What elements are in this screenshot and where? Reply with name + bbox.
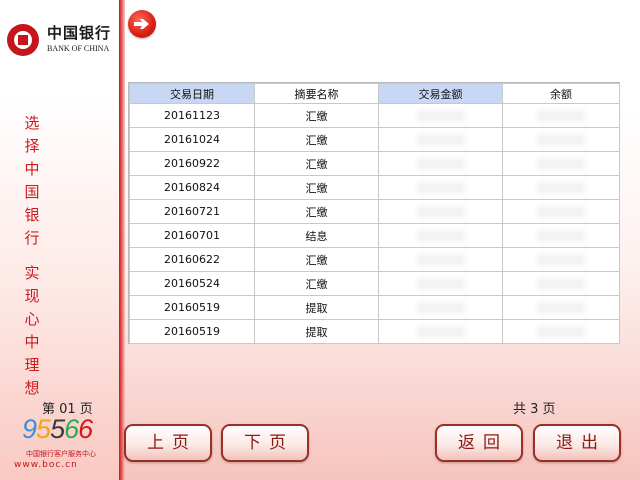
cell-date: 20161024: [129, 127, 255, 152]
cell-balance-masked: [502, 319, 620, 344]
cell-amount-masked: [378, 127, 503, 152]
cell-amount-masked: [378, 319, 503, 344]
cell-summary: 汇缴: [254, 151, 379, 176]
cell-amount-masked: [378, 223, 503, 248]
table-row: 20160519 提取: [129, 319, 620, 344]
cell-amount-masked: [378, 103, 503, 128]
cell-amount-masked: [378, 151, 503, 176]
bank-logo: 中国银行 BANK OF CHINA: [7, 22, 117, 58]
slogan-line-1: 选择中国银行: [24, 114, 40, 247]
sidebar-divider: [119, 0, 125, 480]
website-url: www.boc.cn: [14, 460, 78, 470]
cell-summary: 结息: [254, 223, 379, 248]
transaction-table: 交易日期 摘要名称 交易金额 余额 20161123 汇缴 20161024 汇…: [128, 82, 620, 344]
table-row: 20160922 汇缴: [129, 151, 620, 176]
cell-summary: 提取: [254, 319, 379, 344]
hotline-digit: 6: [78, 414, 93, 444]
cell-amount-masked: [378, 199, 503, 224]
cell-balance-masked: [502, 175, 620, 200]
pointing-hand-icon: [128, 10, 156, 38]
cell-date: 20160622: [129, 247, 255, 272]
cell-balance-masked: [502, 151, 620, 176]
cell-amount-masked: [378, 271, 503, 296]
cell-summary: 汇缴: [254, 199, 379, 224]
cell-summary: 提取: [254, 295, 379, 320]
cell-date: 20161123: [129, 103, 255, 128]
table-row: 20160622 汇缴: [129, 247, 620, 272]
hotline-digit: 5: [36, 414, 51, 444]
cell-date: 20160519: [129, 295, 255, 320]
prev-page-button[interactable]: 上页: [124, 424, 212, 462]
cell-amount-masked: [378, 295, 503, 320]
table-header-row: 交易日期 摘要名称 交易金额 余额: [129, 83, 620, 104]
header-balance: 余额: [502, 83, 620, 104]
table-row: 20160701 结息: [129, 223, 620, 248]
hotline-digit: 5: [50, 414, 65, 444]
header-date: 交易日期: [129, 83, 255, 104]
back-button[interactable]: 返回: [435, 424, 523, 462]
cell-balance-masked: [502, 247, 620, 272]
cell-summary: 汇缴: [254, 103, 379, 128]
hotline-label: 中国银行客户服务中心: [26, 450, 96, 458]
bank-of-china-logo-icon: [7, 24, 39, 56]
exit-button[interactable]: 退出: [533, 424, 621, 462]
cell-balance-masked: [502, 271, 620, 296]
cell-date: 20160824: [129, 175, 255, 200]
table-row: 20161024 汇缴: [129, 127, 620, 152]
cell-amount-masked: [378, 175, 503, 200]
cell-balance-masked: [502, 127, 620, 152]
next-page-button[interactable]: 下页: [221, 424, 309, 462]
hotline-number: 95566: [22, 412, 110, 446]
cell-date: 20160701: [129, 223, 255, 248]
header-summary: 摘要名称: [254, 83, 379, 104]
cell-balance-masked: [502, 295, 620, 320]
cell-date: 20160519: [129, 319, 255, 344]
cell-summary: 汇缴: [254, 127, 379, 152]
cell-summary: 汇缴: [254, 271, 379, 296]
cell-date: 20160524: [129, 271, 255, 296]
slogan-line-2: 实现心中理想: [24, 264, 40, 397]
header-amount: 交易金额: [378, 83, 503, 104]
table-row: 20160524 汇缴: [129, 271, 620, 296]
table-row: 20161123 汇缴: [129, 103, 620, 128]
hotline-digit: 9: [22, 414, 37, 444]
cell-summary: 汇缴: [254, 175, 379, 200]
cell-balance-masked: [502, 199, 620, 224]
cell-date: 20160721: [129, 199, 255, 224]
table-row: 20160824 汇缴: [129, 175, 620, 200]
cell-balance-masked: [502, 103, 620, 128]
cell-summary: 汇缴: [254, 247, 379, 272]
bank-name-cn: 中国银行: [47, 24, 112, 42]
bank-name-en: BANK OF CHINA: [47, 44, 110, 53]
table-row: 20160721 汇缴: [129, 199, 620, 224]
cell-date: 20160922: [129, 151, 255, 176]
hotline-digit: 6: [64, 414, 79, 444]
cell-balance-masked: [502, 223, 620, 248]
hotline-logo: 95566: [22, 412, 110, 448]
cell-amount-masked: [378, 247, 503, 272]
table-row: 20160519 提取: [129, 295, 620, 320]
total-pages-indicator: 共 3 页: [513, 402, 556, 417]
